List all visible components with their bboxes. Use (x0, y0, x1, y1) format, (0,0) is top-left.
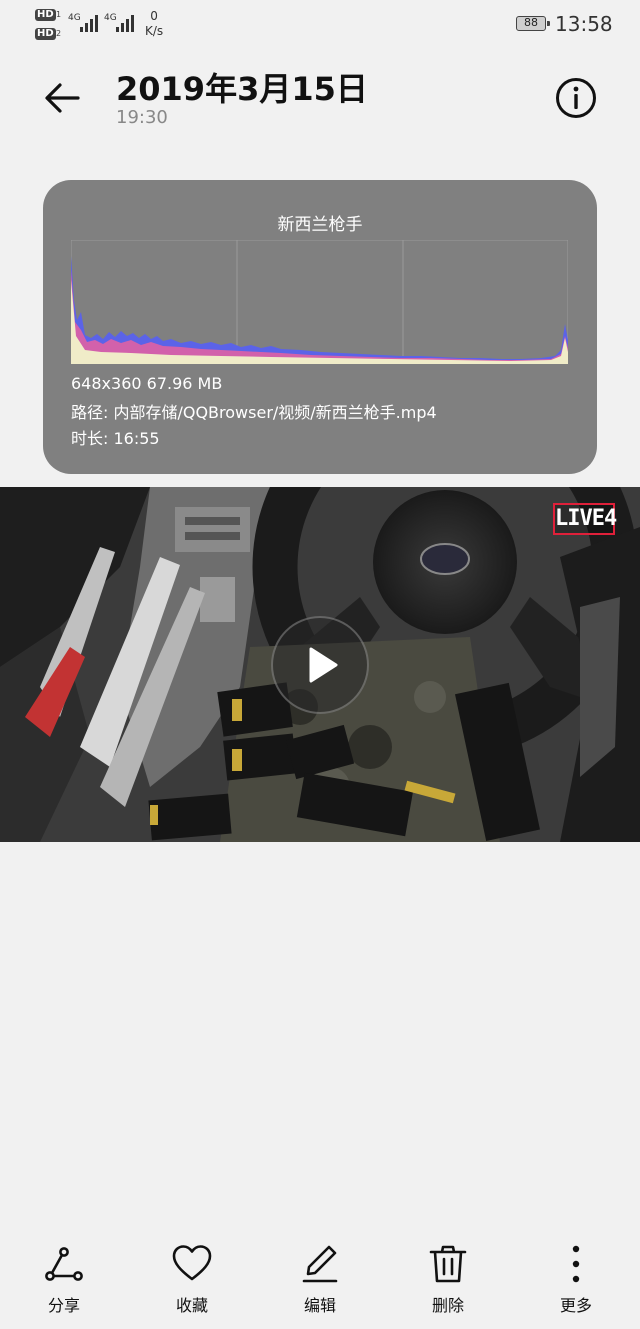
file-path: 路径: 内部存储/QQBrowser/视频/新西兰枪手.mp4 (71, 403, 437, 422)
video-preview[interactable]: LIVE4 (0, 487, 640, 842)
page-title: 2019年3月15日 (116, 70, 368, 108)
share-label: 分享 (47, 1296, 80, 1315)
sim2-indicator: HD (35, 28, 56, 40)
video-info-card: 新西兰枪手 648x360 67.96 MB 路径: 内部存储/QQBrowse… (43, 180, 597, 474)
histogram-chart (71, 240, 568, 364)
speed-unit: K/s (145, 24, 164, 38)
share-button[interactable]: 分享 (19, 1240, 109, 1320)
sim1-number: 1 (56, 10, 62, 19)
video-name: 新西兰枪手 (277, 215, 363, 235)
share-icon (45, 1247, 83, 1281)
pencil-icon (302, 1245, 338, 1283)
sim1-indicator: HD (35, 9, 56, 21)
more-label: 更多 (559, 1296, 592, 1315)
edit-label: 编辑 (303, 1296, 336, 1315)
page-subtitle-time: 19:30 (116, 107, 168, 128)
speed-value: 0 (150, 9, 158, 23)
status-time: 13:58 (555, 12, 613, 36)
network1-label: 4G (68, 13, 81, 23)
play-icon (309, 647, 338, 683)
info-button[interactable] (554, 76, 598, 120)
more-button[interactable]: 更多 (531, 1240, 621, 1320)
delete-button[interactable]: 删除 (403, 1240, 493, 1320)
back-button[interactable] (40, 74, 88, 122)
edit-button[interactable]: 编辑 (275, 1240, 365, 1320)
signal2-icon (116, 12, 134, 32)
video-duration: 时长: 16:55 (71, 429, 160, 448)
delete-label: 删除 (431, 1296, 464, 1315)
live-stream-badge: LIVE4 (553, 503, 617, 535)
resolution-size: 648x360 67.96 MB (71, 374, 223, 393)
status-bar: HD 1 HD 2 4G 4G 0 K/s 88 13:58 (0, 0, 640, 46)
signal1-icon (80, 12, 98, 32)
network-speed: 0 K/s (145, 9, 163, 39)
favorite-label: 收藏 (175, 1296, 208, 1315)
battery-icon: 88 (516, 16, 550, 31)
heart-icon (172, 1245, 212, 1281)
play-button[interactable] (271, 616, 369, 714)
more-vertical-icon (572, 1245, 580, 1283)
histogram-pink (71, 270, 568, 364)
bottom-toolbar: 分享 收藏 编辑 删除 更多 (0, 1240, 640, 1320)
trash-icon (429, 1245, 467, 1283)
info-icon (556, 78, 596, 118)
arrow-left-icon (45, 83, 80, 113)
network2-label: 4G (104, 13, 117, 23)
favorite-button[interactable]: 收藏 (147, 1240, 237, 1320)
sim2-number: 2 (56, 29, 62, 38)
